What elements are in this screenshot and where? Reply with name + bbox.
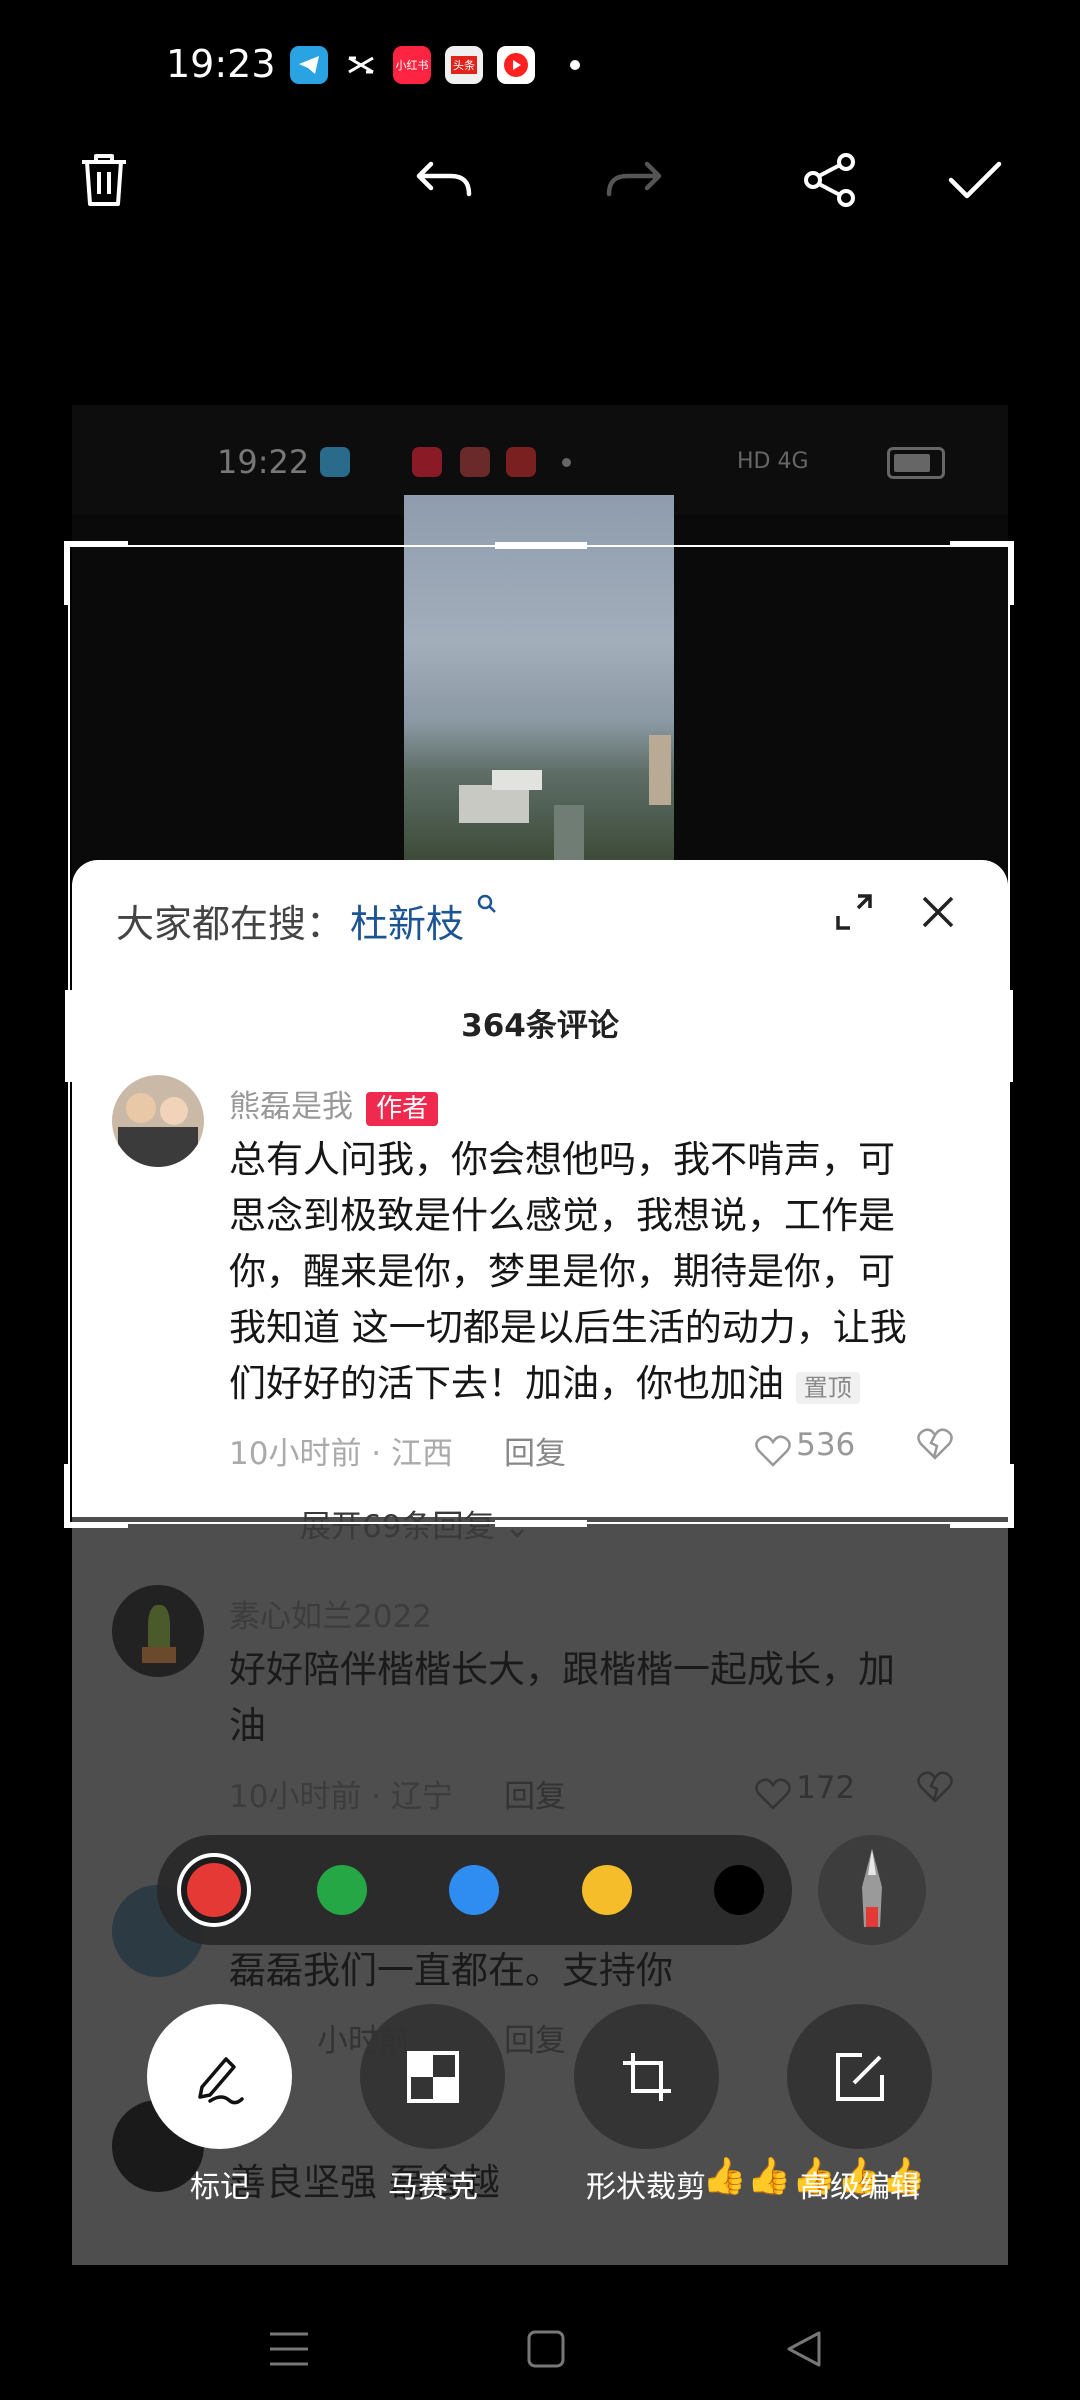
inner-status-time: 19:22 (217, 443, 310, 481)
status-bar: 19:23 小红书 头条 (0, 0, 1080, 130)
color-swatch-red-selected[interactable] (177, 1853, 251, 1927)
toutiao-icon: 头条 (445, 46, 483, 84)
navigation-bar (0, 2275, 1080, 2400)
toutiao-icon (460, 447, 490, 477)
color-swatch-blue[interactable] (449, 1865, 499, 1915)
comment-time-location: 10小时前 · 辽宁 (229, 1779, 454, 1815)
delete-button[interactable] (69, 145, 139, 215)
home-button[interactable] (527, 2330, 565, 2372)
crop-frame[interactable] (64, 541, 1014, 1528)
crop-icon (622, 2052, 671, 2101)
crop-handle-top-left[interactable] (64, 541, 128, 605)
mosaic-tool-button[interactable] (360, 2004, 505, 2149)
crop-handle-top[interactable] (495, 542, 587, 549)
heart-icon (755, 1777, 791, 1810)
youtube-icon (497, 46, 535, 84)
menu-button[interactable] (268, 2330, 310, 2372)
more-dot-icon (570, 60, 580, 70)
done-button[interactable] (940, 145, 1010, 215)
crop-handle-bottom-left[interactable] (64, 1464, 128, 1528)
comment-text: 磊磊我们一直都在。支持你 (229, 1949, 673, 1992)
crop-handle-bottom-right[interactable] (950, 1464, 1014, 1528)
share-icon (804, 153, 855, 207)
advanced-edit-tool-button[interactable] (787, 2004, 932, 2149)
xiaohongshu-icon: 小红书 (393, 46, 431, 84)
redo-button[interactable] (598, 145, 668, 215)
mosaic-tool-label: 马赛克 (388, 2170, 478, 2205)
color-swatch-green[interactable] (317, 1865, 367, 1915)
comment-text: 好好陪伴楷楷长大，跟楷楷一起成长，加 油 (229, 1642, 969, 1754)
telegram-icon (290, 46, 328, 84)
like-count: 172 (796, 1770, 856, 1806)
avatar[interactable] (112, 1585, 204, 1677)
home-icon (527, 2330, 565, 2368)
comment-line: 好好陪伴楷楷长大，跟楷楷一起成长，加 (229, 1648, 895, 1691)
battery-icon (887, 447, 945, 479)
back-button[interactable] (785, 2329, 823, 2373)
dislike-button[interactable] (916, 1770, 954, 1808)
share-button[interactable] (795, 145, 865, 215)
check-icon (948, 161, 1002, 199)
reply-button[interactable]: 回复 (504, 1771, 566, 1816)
shape-crop-tool-button[interactable] (574, 2004, 719, 2149)
youtube-icon (506, 447, 536, 477)
crop-handle-top-right[interactable] (950, 541, 1014, 605)
pencil-icon (197, 2056, 244, 2104)
crop-handle-left[interactable] (65, 990, 72, 1082)
like-button[interactable]: 172 (755, 1770, 855, 1811)
color-swatch-black[interactable] (714, 1865, 764, 1915)
pen-icon (862, 1849, 882, 1927)
undo-button[interactable] (410, 145, 480, 215)
color-palette (157, 1835, 792, 1945)
more-dot-icon (562, 458, 571, 467)
xiaohongshu-icon (412, 447, 442, 477)
crop-handle-bottom[interactable] (495, 1520, 587, 1527)
edit-icon (835, 2052, 884, 2101)
menu-icon (270, 2332, 308, 2366)
reply-button[interactable]: 回复 (504, 2015, 566, 2060)
back-icon (787, 2331, 821, 2367)
advanced-edit-tool-label: 高级编辑 (800, 2170, 920, 2205)
delete-icon (82, 154, 126, 206)
mark-tool-button[interactable] (147, 2004, 292, 2149)
redo-icon (606, 161, 662, 197)
status-time: 19:23 (166, 42, 276, 86)
color-swatch-yellow[interactable] (582, 1865, 632, 1915)
undo-icon (416, 161, 472, 197)
capcut-icon (342, 46, 380, 84)
username[interactable]: 素心如兰2022 (229, 1591, 432, 1636)
shape-crop-tool-label: 形状裁剪 (586, 2170, 706, 2205)
mosaic-icon (406, 2050, 459, 2103)
telegram-icon (320, 447, 350, 477)
broken-heart-icon (917, 1771, 953, 1803)
network-status: HD 4G (737, 449, 809, 474)
mark-tool-label: 标记 (190, 2170, 250, 2205)
comment-line: 油 (229, 1704, 266, 1747)
crop-handle-right[interactable] (1006, 990, 1013, 1082)
pen-style-button[interactable] (818, 1835, 926, 1945)
